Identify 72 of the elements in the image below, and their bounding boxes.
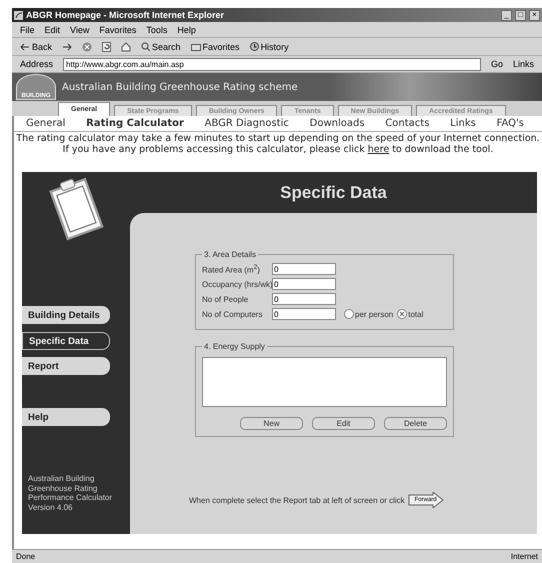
menu-item[interactable]: File [20, 24, 35, 34]
toolbar-button[interactable]: Favorites [190, 42, 240, 52]
status-text: Done [16, 552, 36, 561]
nav-link[interactable]: FAQ's [496, 118, 524, 129]
menu-item[interactable]: Favorites [99, 24, 136, 34]
address-label: Address [20, 59, 54, 69]
radio-label: per person [355, 310, 394, 318]
nav-link[interactable]: ABGR Diagnostic [204, 118, 289, 129]
toolbar-button[interactable] [121, 42, 132, 52]
action-button[interactable]: Edit [312, 417, 375, 430]
action-button[interactable]: New [240, 417, 303, 430]
search-icon [141, 42, 150, 51]
toolbar-button[interactable]: Back [20, 42, 52, 52]
zone-text: Internet [510, 552, 538, 561]
radio-button[interactable] [397, 309, 408, 319]
input-field[interactable]: 0 [272, 263, 336, 275]
nav-link[interactable]: General [26, 118, 66, 129]
clock-icon [250, 42, 259, 51]
menu-item[interactable]: Edit [44, 24, 60, 34]
nav-link[interactable]: Contacts [385, 118, 430, 129]
section-legend: 3. Area Details [202, 250, 258, 259]
list-box[interactable] [202, 357, 447, 407]
input-field[interactable]: 0 [272, 278, 336, 290]
refresh-icon [102, 42, 112, 52]
window-control[interactable]: × [529, 10, 540, 20]
radio-label: total [408, 310, 424, 318]
version-text: Australian Building [28, 474, 96, 484]
version-text: Performance Calculator [28, 493, 114, 502]
sidebar-tab[interactable]: Building Details [22, 306, 110, 324]
nav-link[interactable]: Downloads [310, 118, 365, 129]
page-heading: Specific Data [279, 182, 388, 204]
input-field[interactable]: 0 [272, 293, 336, 305]
toolbar-button[interactable]: History [250, 42, 289, 52]
menu-item[interactable]: Help [177, 24, 196, 34]
toolbar-button[interactable] [62, 42, 72, 50]
action-button[interactable]: Delete [384, 417, 447, 430]
folder-icon [190, 42, 201, 50]
window-title: ABGR Homepage - Microsoft Internet Explorer [26, 10, 226, 20]
radio-button[interactable] [344, 309, 354, 319]
nav-link[interactable]: Rating Calculator [86, 118, 184, 129]
field-label: Rated Area (m$^{2}$) [202, 264, 261, 274]
nav-link[interactable]: Links [450, 118, 476, 129]
version-text: Version 4.06 [28, 502, 74, 512]
menu-item[interactable]: View [70, 24, 90, 34]
forward-arrow-icon [62, 42, 72, 50]
input-field[interactable]: 0 [272, 308, 336, 320]
version-text: Greenhouse Rating [28, 484, 98, 493]
site-title: Australian Building Greenhouse Rating scheme [62, 82, 298, 92]
stop-icon [82, 42, 92, 52]
notice-text: to download the tool. [392, 144, 494, 155]
toolbar-button[interactable]: Search [141, 42, 181, 52]
window-control[interactable]: □ [515, 10, 526, 20]
toolbar-button[interactable] [102, 42, 112, 52]
section-legend: 4. Energy Supply [202, 342, 267, 351]
sidebar-tab[interactable]: Report [22, 357, 110, 375]
links-button[interactable]: Links [512, 59, 534, 69]
field-label: No of Computers [202, 310, 264, 318]
window-control[interactable]: _ [501, 10, 512, 20]
notice-text: The rating calculator may take a few minutes to start up depending on the speed of your Internet connection. [15, 133, 541, 144]
menu-item[interactable]: Tools [146, 24, 168, 34]
address-field[interactable]: http://www.abgr.com.au/main.asp [63, 58, 481, 70]
sidebar-tab[interactable]: Specific Data [22, 332, 110, 350]
sidebar-tab[interactable]: Help [22, 408, 110, 426]
field-label: Occupancy (hrs/wk) [202, 280, 272, 288]
home-icon [121, 42, 132, 52]
go-button[interactable]: Go [490, 59, 503, 69]
instruction-text: When complete select the Report tab at left of screen or click [189, 496, 405, 504]
back-arrow-icon [20, 42, 30, 50]
download-link[interactable]: here [368, 144, 390, 155]
field-label: No of People [202, 294, 250, 304]
notice-text: If you have any problems accessing this calculator, please click [62, 144, 365, 155]
browser-icon [14, 10, 23, 20]
